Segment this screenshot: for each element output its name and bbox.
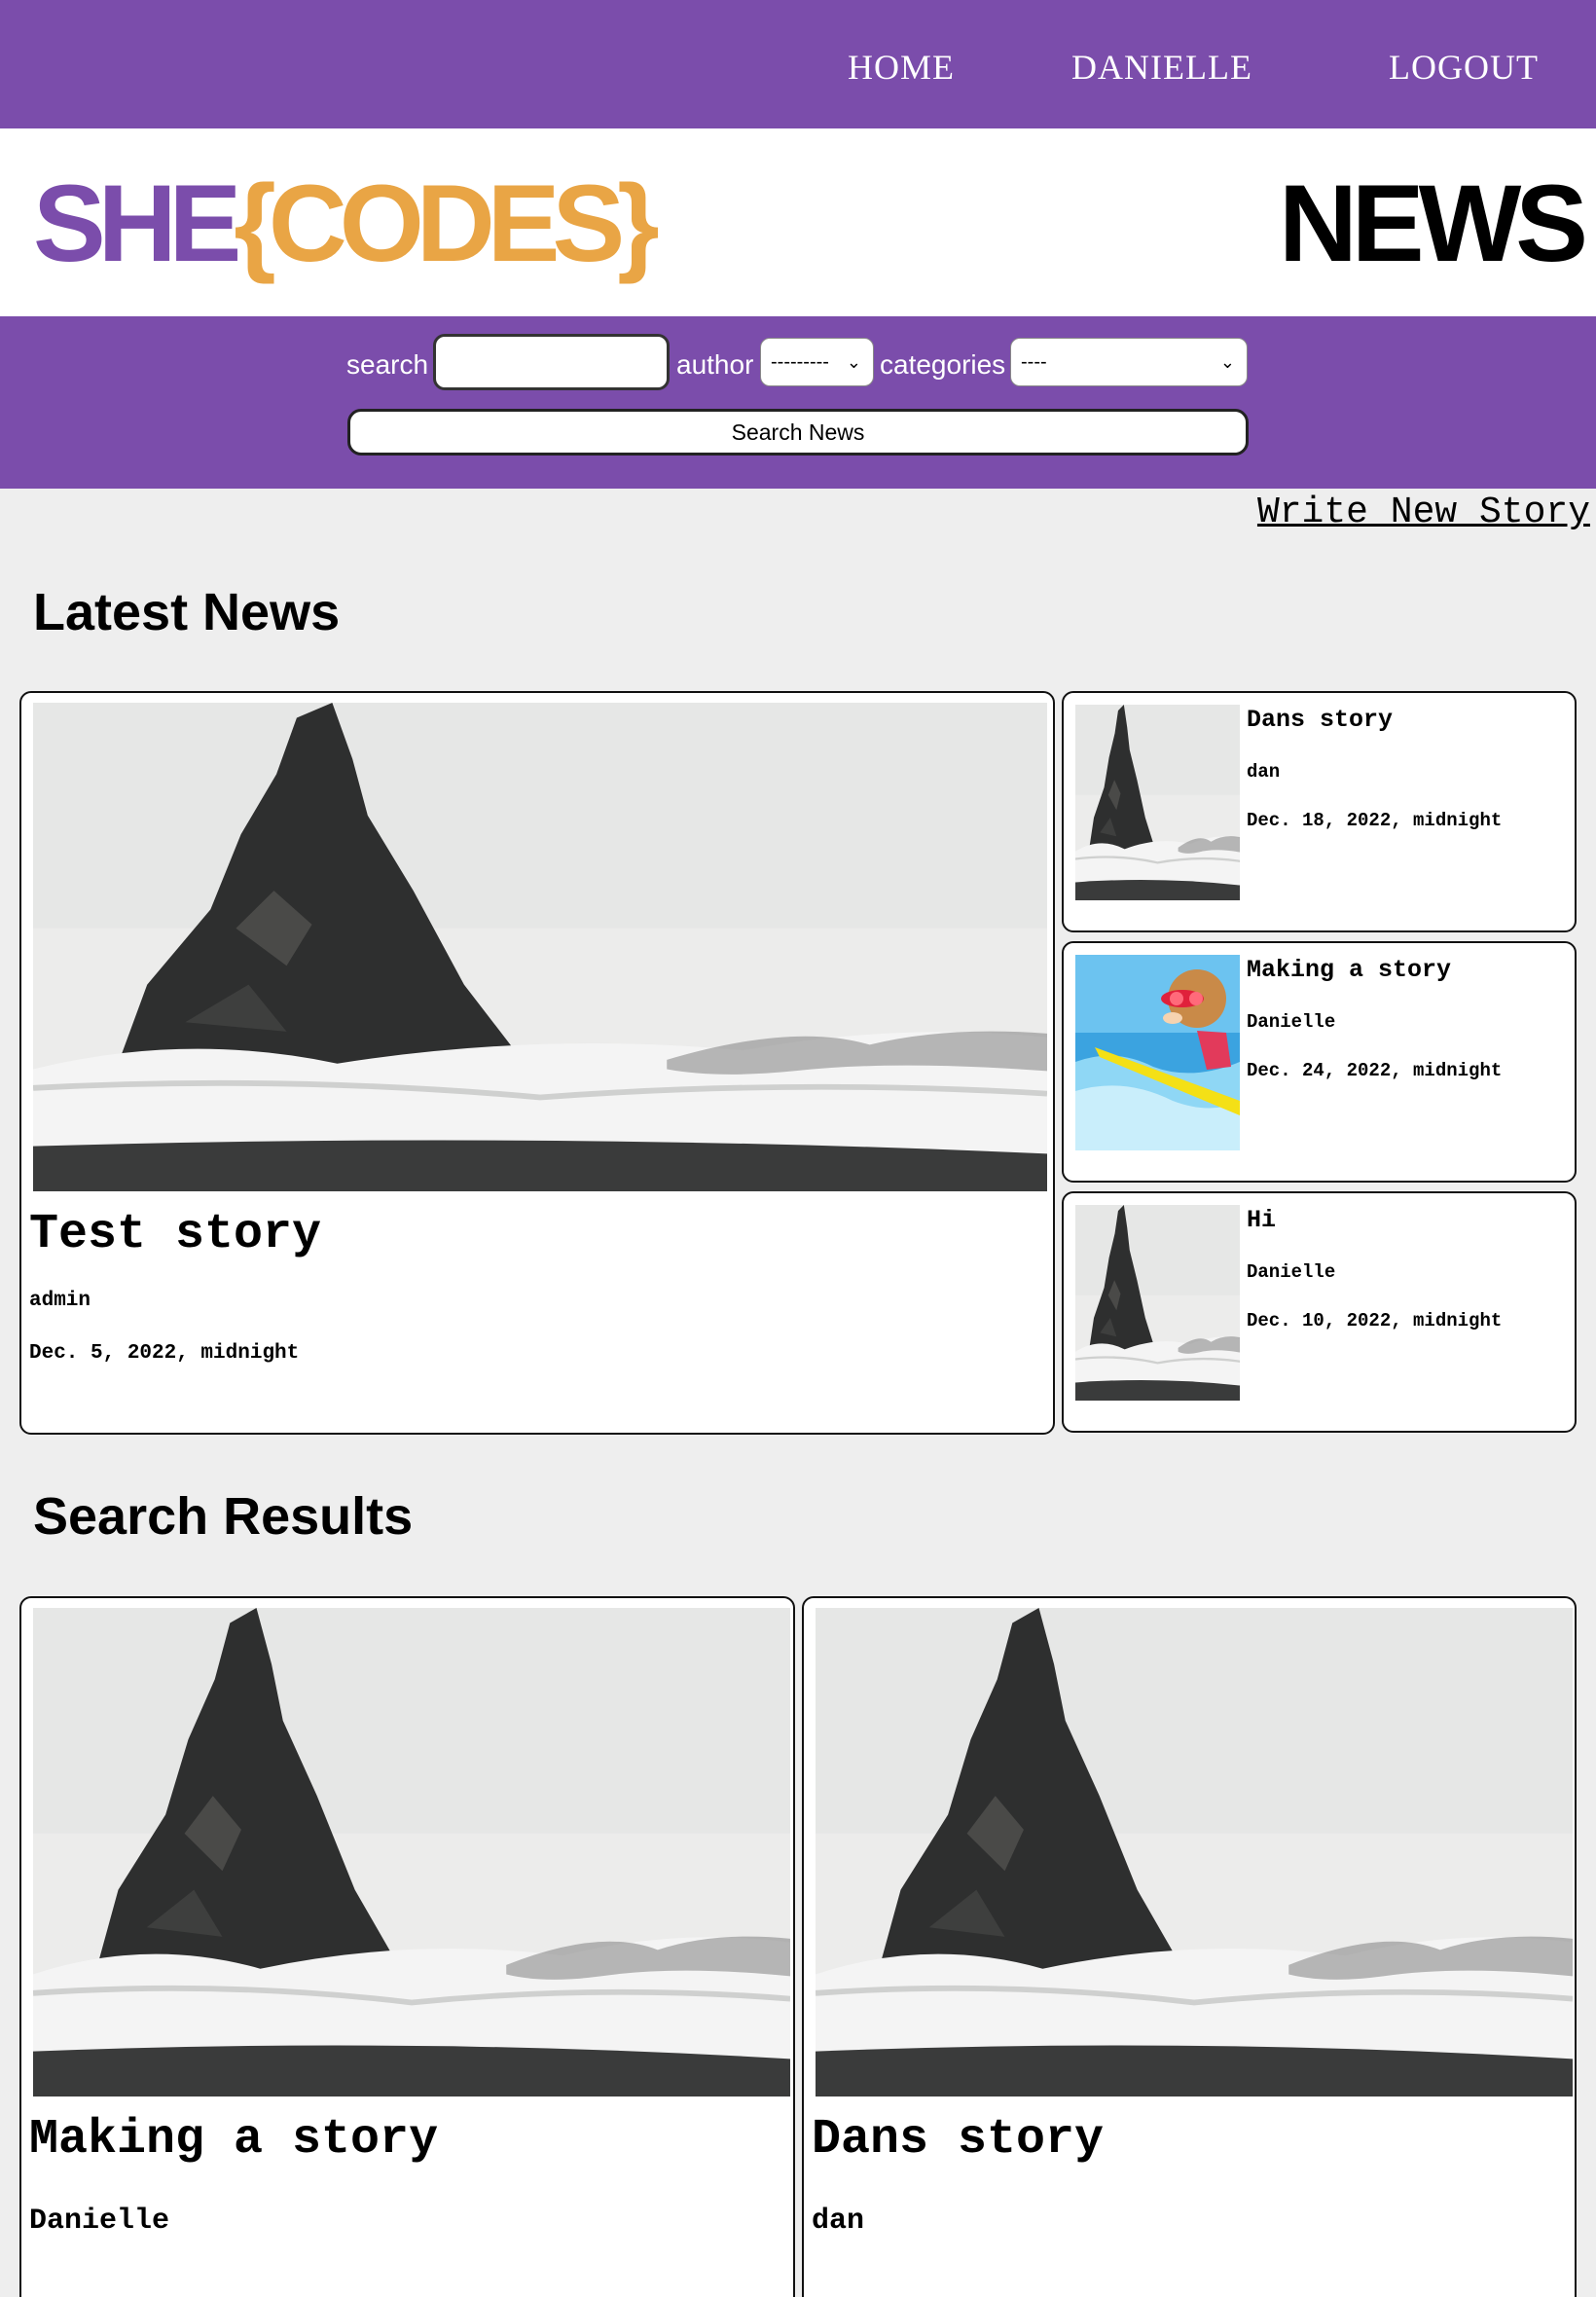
story-image bbox=[33, 1608, 790, 2096]
story-date: Dec. 10, 2022, midnight bbox=[1247, 1310, 1503, 1331]
story-card[interactable]: Dans story dan Dec. 18, 2022, midnight bbox=[1062, 691, 1577, 932]
story-thumbnail bbox=[1075, 1205, 1240, 1401]
author-label: author bbox=[676, 349, 754, 380]
result-card[interactable]: Dans story dan bbox=[802, 1596, 1577, 2297]
author-select[interactable]: --------- ⌄ bbox=[760, 338, 874, 386]
story-author: Danielle bbox=[1247, 1261, 1336, 1283]
story-title[interactable]: Dans story bbox=[812, 2109, 1104, 2171]
story-title[interactable]: Test story bbox=[29, 1204, 321, 1266]
story-author: dan bbox=[812, 2205, 865, 2238]
categories-label: categories bbox=[880, 349, 1006, 380]
featured-story-card[interactable]: Test story admin Dec. 5, 2022, midnight bbox=[19, 691, 1055, 1435]
categories-select-value: ---- bbox=[1021, 351, 1047, 373]
story-image bbox=[816, 1608, 1573, 2096]
latest-news-heading: Latest News bbox=[33, 583, 341, 641]
site-title: NEWS bbox=[1279, 163, 1588, 284]
story-date: Dec. 18, 2022, midnight bbox=[1247, 810, 1503, 831]
logo-codes-text: {CODES} bbox=[234, 163, 659, 284]
shecodes-logo[interactable]: SHE{CODES} bbox=[33, 163, 660, 284]
story-author: admin bbox=[29, 1290, 91, 1312]
top-navigation-bar: HOME DANIELLE LOGOUT bbox=[0, 0, 1596, 128]
story-title[interactable]: Making a story bbox=[29, 2109, 438, 2171]
brand-header: SHE{CODES} NEWS bbox=[0, 128, 1596, 316]
story-title[interactable]: Hi bbox=[1247, 1203, 1276, 1238]
nav-home-link[interactable]: HOME bbox=[848, 45, 955, 90]
search-input[interactable] bbox=[433, 334, 670, 390]
logo-she-text: SHE bbox=[33, 163, 241, 284]
search-results-heading: Search Results bbox=[33, 1487, 414, 1546]
story-thumbnail bbox=[1075, 955, 1240, 1150]
story-thumbnail bbox=[1075, 705, 1240, 900]
write-new-story-link[interactable]: Write New Story bbox=[1257, 489, 1590, 537]
story-image bbox=[33, 703, 1047, 1191]
story-author: Danielle bbox=[29, 2205, 170, 2238]
categories-select[interactable]: ---- ⌄ bbox=[1010, 338, 1248, 386]
story-date: Dec. 5, 2022, midnight bbox=[29, 1342, 300, 1365]
author-select-value: --------- bbox=[771, 351, 829, 373]
story-author: Danielle bbox=[1247, 1011, 1336, 1033]
search-form: search author --------- ⌄ categories ---… bbox=[0, 316, 1596, 489]
story-title[interactable]: Dans story bbox=[1247, 703, 1393, 738]
story-card[interactable]: Making a story Danielle Dec. 24, 2022, m… bbox=[1062, 941, 1577, 1183]
story-title[interactable]: Making a story bbox=[1247, 953, 1451, 988]
nav-user-link[interactable]: DANIELLE bbox=[1071, 45, 1252, 90]
nav-logout-link[interactable]: LOGOUT bbox=[1389, 45, 1539, 90]
story-author: dan bbox=[1247, 761, 1281, 783]
search-label: search bbox=[346, 349, 429, 380]
story-card[interactable]: Hi Danielle Dec. 10, 2022, midnight bbox=[1062, 1191, 1577, 1433]
chevron-down-icon: ⌄ bbox=[1219, 352, 1235, 372]
chevron-down-icon: ⌄ bbox=[846, 352, 861, 372]
story-date: Dec. 24, 2022, midnight bbox=[1247, 1060, 1503, 1081]
search-news-button[interactable]: Search News bbox=[347, 409, 1249, 456]
result-card[interactable]: Making a story Danielle bbox=[19, 1596, 795, 2297]
